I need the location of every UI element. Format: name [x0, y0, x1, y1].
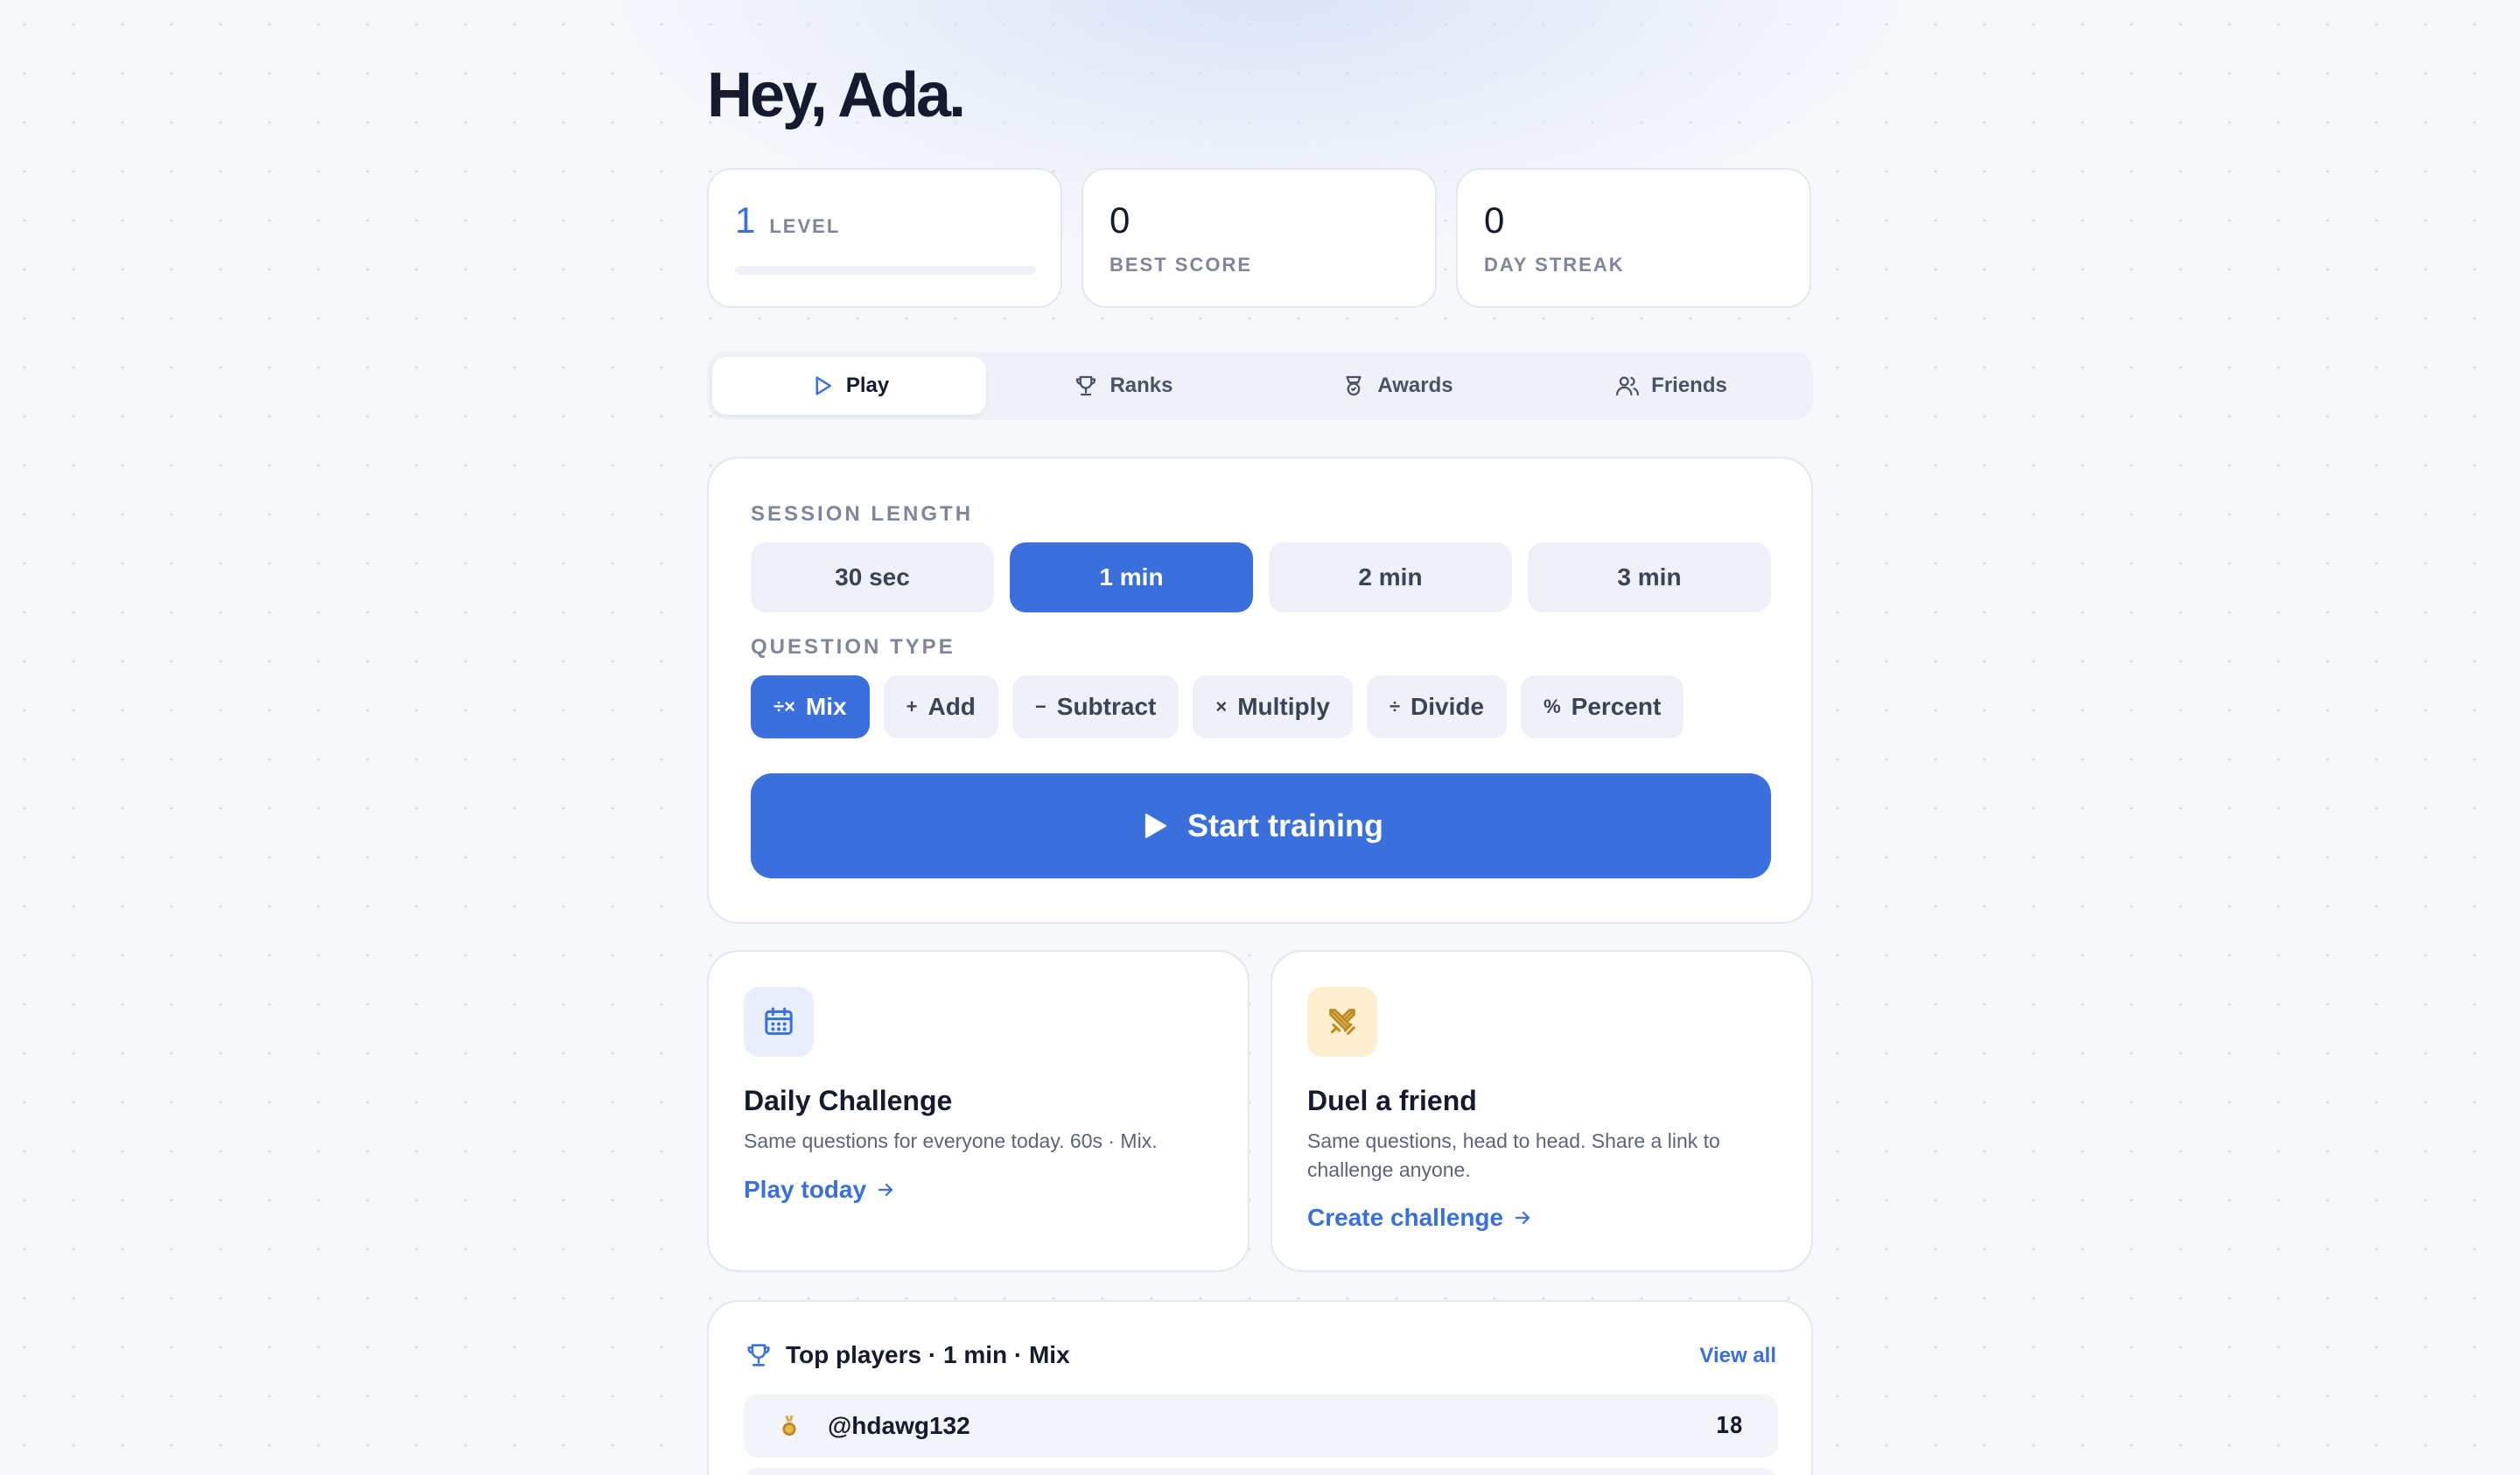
calendar-icon: [765, 1007, 793, 1035]
type-chip-multiply[interactable]: × Multiply: [1193, 675, 1353, 738]
add-symbol: +: [906, 696, 918, 717]
subtract-symbol: −: [1034, 696, 1046, 717]
trophy-icon: [747, 1344, 770, 1367]
create-challenge-label: Create challenge: [1307, 1204, 1504, 1231]
start-training-label: Start training: [1186, 807, 1383, 843]
divide-symbol: ÷: [1389, 696, 1401, 717]
daily-challenge-card: Daily Challenge Same questions for every…: [707, 950, 1250, 1272]
play-icon: [816, 376, 831, 395]
percent-symbol: %: [1544, 696, 1561, 717]
player-name: @hdawg132: [828, 1412, 970, 1439]
daily-challenge-description: Same questions for everyone today. 60s ·…: [744, 1129, 1158, 1152]
level-progress-bar: [735, 266, 1036, 275]
arrow-right-icon: [878, 1183, 893, 1197]
tab-awards-label: Awards: [1377, 374, 1453, 397]
main-tabs: Play Ranks Awards Friends: [707, 352, 1813, 420]
tab-ranks-label: Ranks: [1110, 374, 1173, 397]
multiply-symbol: ×: [1215, 696, 1228, 717]
day-streak-value: 0: [1484, 199, 1505, 241]
start-training-button[interactable]: Start training: [751, 773, 1771, 878]
daily-icon-box: [744, 987, 814, 1057]
stat-day-streak: 0 DAY STREAK: [1456, 168, 1811, 308]
question-type-options: ÷× Mix + Add − Subtract × Multiply ÷ Div…: [751, 675, 1684, 738]
swords-icon: [1329, 1009, 1355, 1035]
level-label: LEVEL: [769, 215, 841, 237]
level-value: 1: [735, 199, 756, 241]
tab-play[interactable]: Play: [712, 357, 986, 415]
tab-ranks[interactable]: Ranks: [986, 357, 1260, 415]
type-chip-percent[interactable]: % Percent: [1521, 675, 1684, 738]
duel-friend-card: Duel a friend Same questions, head to he…: [1270, 950, 1813, 1272]
play-today-link[interactable]: Play today: [744, 1176, 896, 1204]
session-length-options: 30 sec 1 min 2 min 3 min: [751, 542, 1771, 612]
type-chip-mix[interactable]: ÷× Mix: [751, 675, 870, 738]
duel-icon-box: [1307, 987, 1377, 1057]
stat-level: 1 LEVEL: [707, 168, 1062, 308]
mix-symbol: ÷×: [774, 696, 795, 717]
create-challenge-link[interactable]: Create challenge: [1307, 1204, 1533, 1232]
leaderboard-title: Top players · 1 min · Mix: [786, 1341, 1070, 1368]
tab-friends-label: Friends: [1651, 374, 1727, 397]
award-icon: [1346, 375, 1362, 396]
play-filled-icon: [1144, 814, 1166, 838]
type-chip-divide[interactable]: ÷ Divide: [1366, 675, 1508, 738]
length-option-2-min[interactable]: 2 min: [1269, 542, 1512, 612]
type-chip-subtract[interactable]: − Subtract: [1012, 675, 1180, 738]
tab-awards[interactable]: Awards: [1260, 357, 1534, 415]
type-chip-divide-label: Divide: [1410, 693, 1485, 720]
leaderboard-card: Top players · 1 min · Mix View all @hdaw…: [707, 1300, 1813, 1475]
duel-friend-title: Duel a friend: [1307, 1085, 1477, 1116]
best-score-label: BEST SCORE: [1110, 254, 1253, 276]
length-option-30-sec[interactable]: 30 sec: [751, 542, 994, 612]
stat-best-score: 0 BEST SCORE: [1082, 168, 1437, 308]
daily-challenge-title: Daily Challenge: [744, 1085, 953, 1116]
type-chip-add[interactable]: + Add: [883, 675, 998, 738]
leaderboard-row[interactable]: @hdawg132 18: [744, 1395, 1778, 1458]
question-type-label: QUESTION TYPE: [751, 635, 956, 659]
play-today-label: Play today: [744, 1176, 867, 1203]
duel-friend-description: Same questions, head to head. Share a li…: [1307, 1129, 1720, 1181]
leaderboard-row-next: [744, 1468, 1778, 1475]
type-chip-multiply-label: Multiply: [1237, 693, 1330, 720]
best-score-value: 0: [1110, 199, 1130, 241]
type-chip-add-label: Add: [928, 693, 976, 720]
leaderboard-header: Top players · 1 min · Mix: [744, 1340, 1070, 1370]
type-chip-percent-label: Percent: [1571, 693, 1662, 720]
users-icon: [1616, 376, 1640, 396]
greeting-title: Hey, Ada.: [707, 60, 966, 130]
length-option-3-min[interactable]: 3 min: [1528, 542, 1771, 612]
stats-row: 1 LEVEL 0 BEST SCORE 0 DAY STREAK: [707, 168, 1813, 308]
view-all-link[interactable]: View all: [1699, 1344, 1776, 1368]
tab-friends[interactable]: Friends: [1534, 357, 1808, 415]
session-card: SESSION LENGTH 30 sec 1 min 2 min 3 min …: [707, 457, 1813, 924]
length-option-1-min[interactable]: 1 min: [1010, 542, 1253, 612]
tab-play-label: Play: [845, 374, 890, 397]
session-length-label: SESSION LENGTH: [751, 502, 974, 526]
player-score: 18: [1715, 1413, 1743, 1439]
type-chip-subtract-label: Subtract: [1056, 693, 1157, 720]
arrow-right-icon: [1516, 1211, 1530, 1225]
type-chip-mix-label: Mix: [805, 693, 847, 720]
medal-icon: [782, 1416, 796, 1437]
trophy-icon: [1076, 375, 1096, 396]
day-streak-label: DAY STREAK: [1484, 254, 1625, 276]
